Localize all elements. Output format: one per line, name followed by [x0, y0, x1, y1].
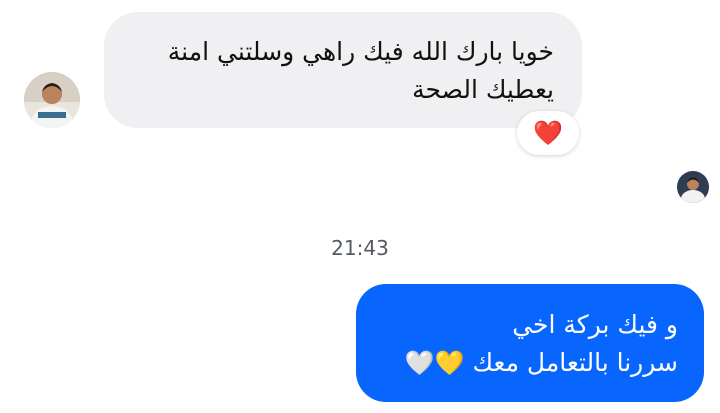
incoming-message-line: خويا بارك الله فيك راهي وسلتني امنة	[167, 37, 554, 66]
outgoing-message-line: و فيك بركة اخي	[512, 310, 678, 339]
incoming-message-text: خويا بارك الله فيك راهي وسلتني امنة يعطي…	[168, 33, 554, 109]
incoming-message-bubble[interactable]: خويا بارك الله فيك راهي وسلتني امنة يعطي…	[104, 12, 582, 128]
white-heart-icon: 🤍	[404, 349, 435, 377]
incoming-message-line: يعطيك الصحة	[412, 75, 554, 104]
yellow-heart-icon: 💛	[434, 349, 465, 377]
outgoing-message-line-text: سررنا بالتعامل معك	[472, 348, 678, 377]
outgoing-message-text: و فيك بركة اخي سررنا بالتعامل معك 💛🤍	[405, 306, 678, 382]
outgoing-message-bubble[interactable]: و فيك بركة اخي سررنا بالتعامل معك 💛🤍	[356, 284, 704, 402]
person-photo-icon	[677, 171, 709, 203]
message-reaction[interactable]: ❤️	[517, 111, 579, 155]
seen-avatar	[677, 171, 709, 203]
red-heart-icon: ❤️	[533, 119, 563, 147]
person-photo-icon	[24, 72, 80, 128]
sender-avatar[interactable]	[24, 72, 80, 128]
message-timestamp: 21:43	[331, 236, 389, 260]
outgoing-message-line: سررنا بالتعامل معك 💛🤍	[405, 344, 678, 382]
